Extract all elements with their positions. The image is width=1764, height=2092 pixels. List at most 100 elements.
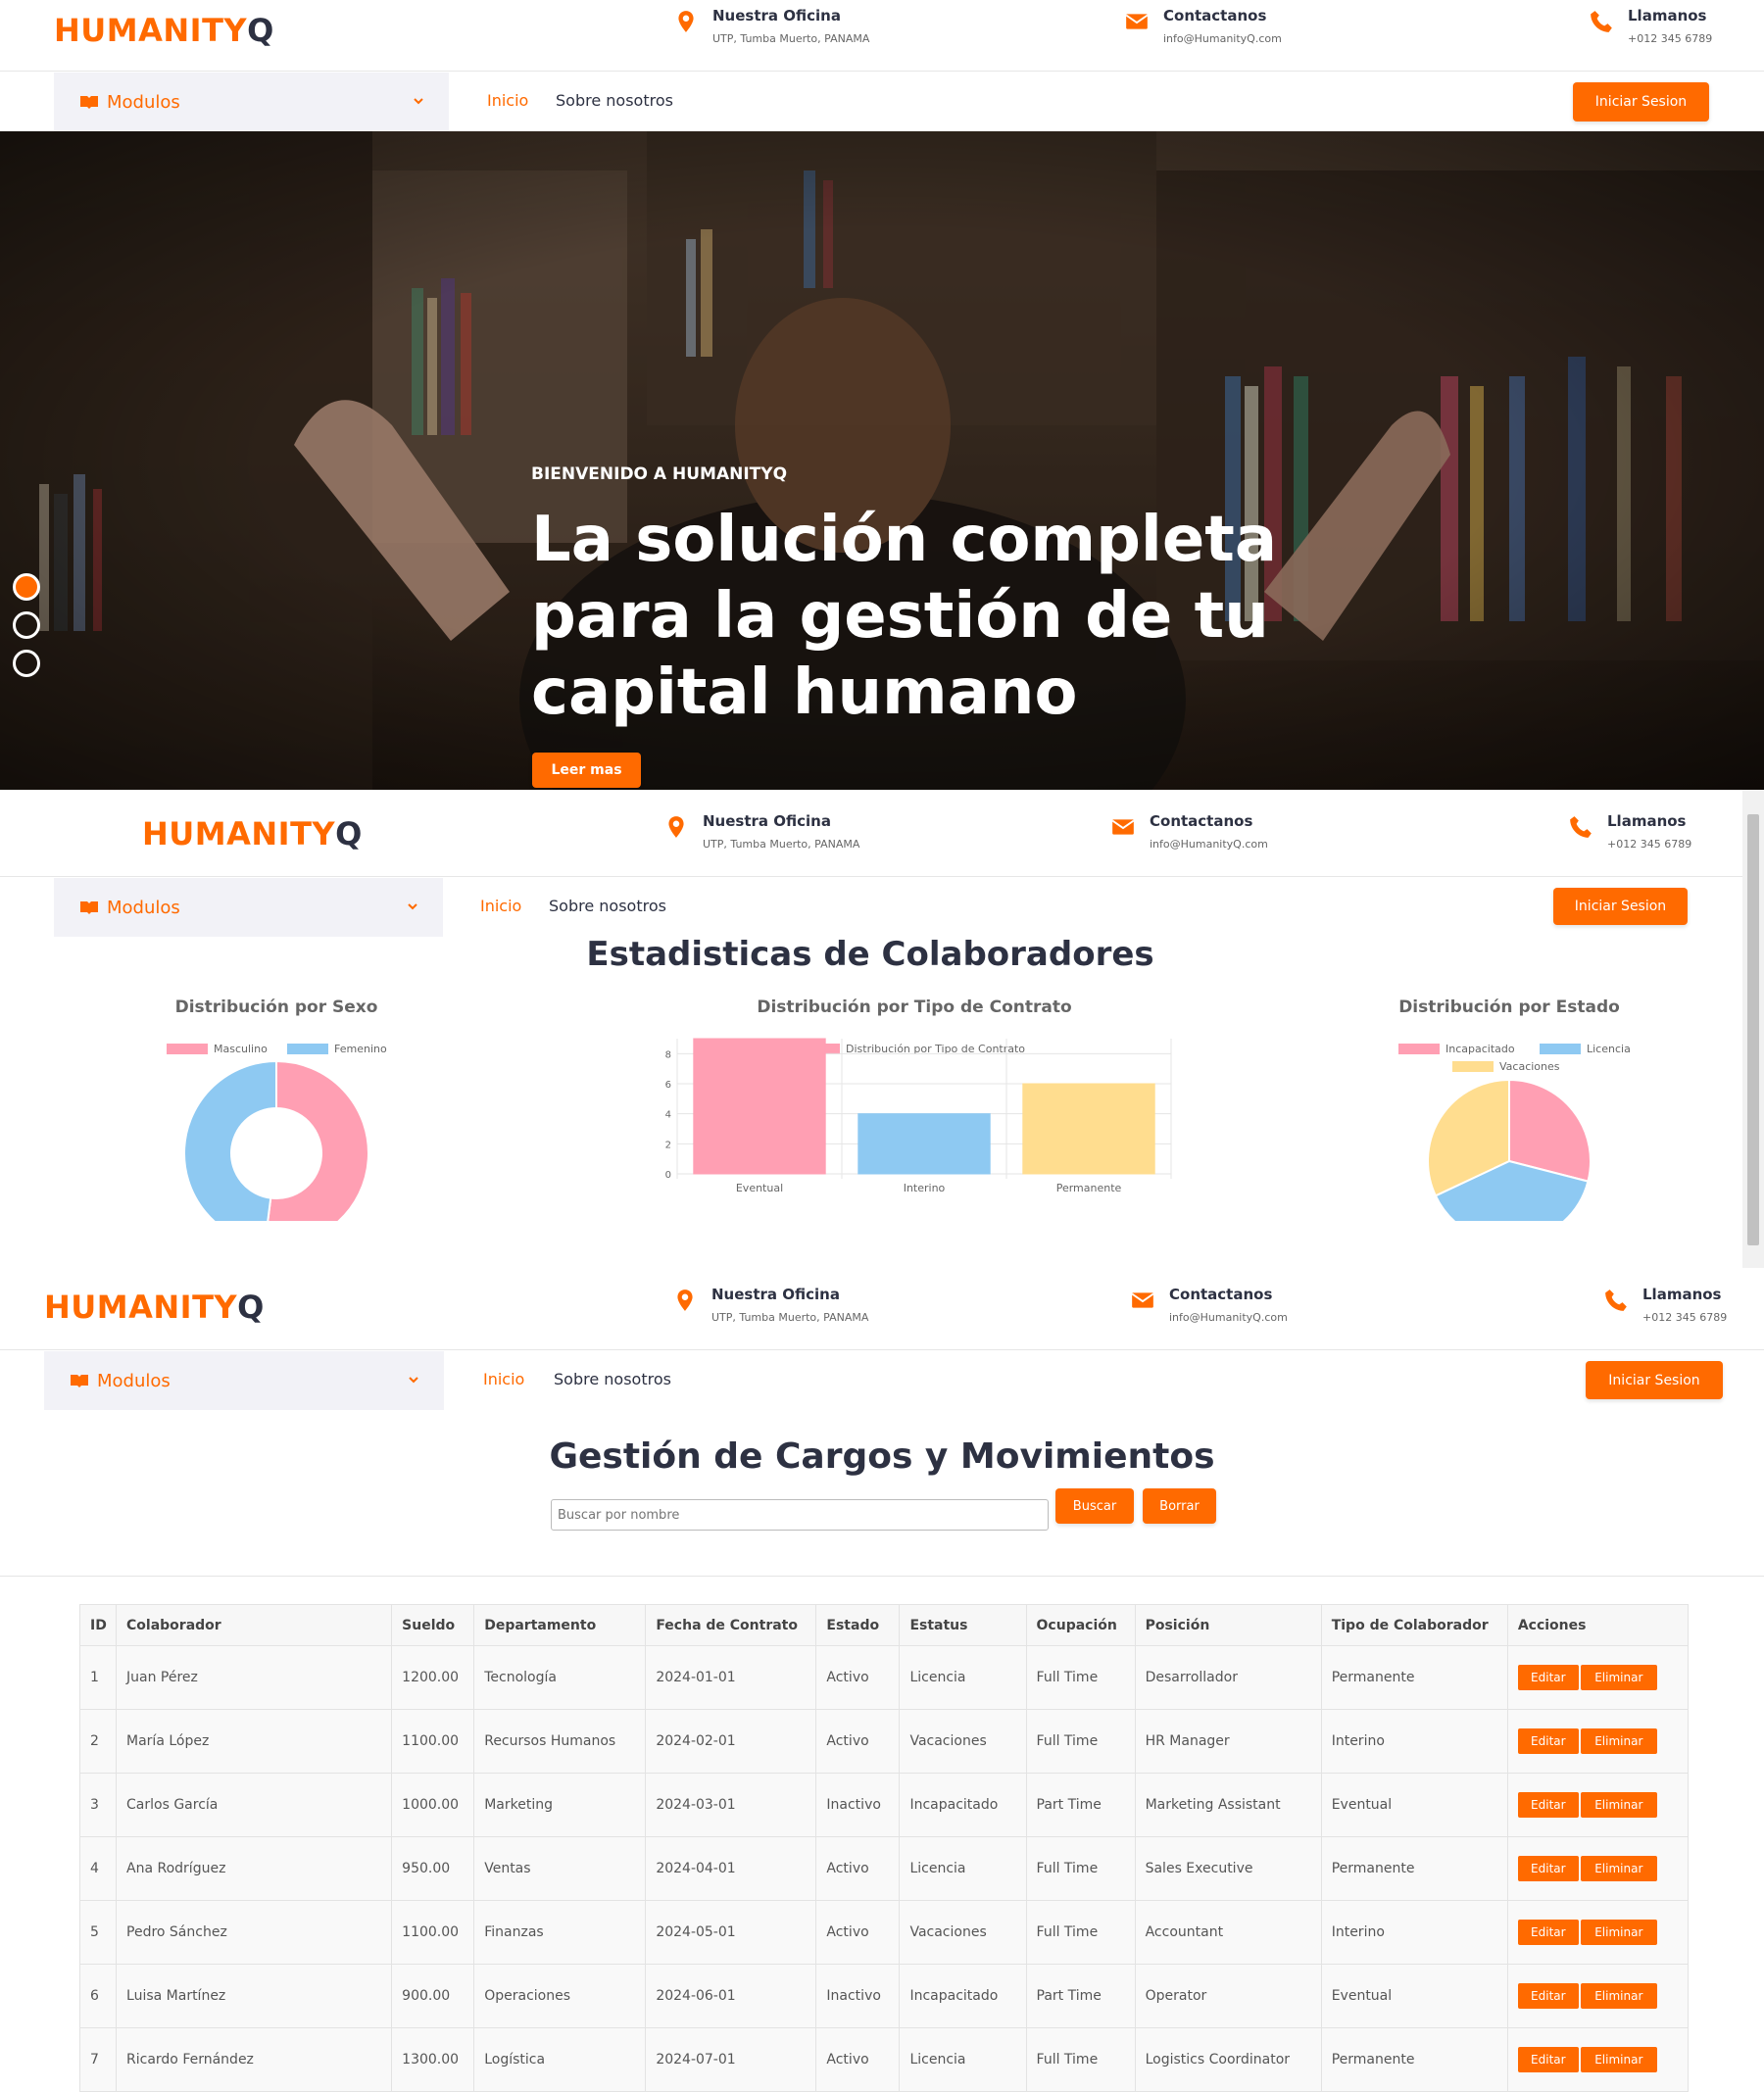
actions-cell: Editar Eliminar (1506, 1900, 1690, 1965)
table-row: 4 Ana Rodríguez 950.00 Ventas 2024-04-01 Acti… (78, 1836, 1690, 1901)
bar[interactable] (1022, 1083, 1155, 1175)
modulos-dropdown[interactable]: Modulos (54, 878, 443, 937)
book-icon (80, 901, 98, 914)
legend-swatch[interactable] (1398, 1044, 1440, 1054)
bar[interactable] (858, 1113, 991, 1175)
table-cell: Activo (815, 1900, 901, 1965)
email-info: Contactanos info@HumanityQ.com (1124, 7, 1282, 45)
delete-button[interactable]: Eliminar (1580, 2047, 1657, 2072)
envelope-icon (1111, 819, 1135, 835)
nav-inicio[interactable]: Inicio (483, 1370, 524, 1388)
legend-label[interactable]: Licencia (1587, 1043, 1631, 1055)
top-info-bar: HUMANITYQ Nuestra Oficina UTP, Tumba Muer… (0, 790, 1764, 877)
table-row: 5 Pedro Sánchez 1100.00 Finanzas 2024-05-01 A… (78, 1900, 1690, 1965)
delete-button[interactable]: Eliminar (1580, 1665, 1657, 1690)
table-cell: Licencia (899, 2027, 1027, 2092)
nav-sobre-nosotros[interactable]: Sobre nosotros (549, 897, 666, 915)
search-input[interactable] (551, 1499, 1049, 1531)
legend-label[interactable]: Incapacitado (1446, 1043, 1515, 1055)
phone-info: Llamanos +012 345 6789 (1603, 1286, 1727, 1324)
table-row: 2 María López 1100.00 Recursos Humanos 2024-… (78, 1709, 1690, 1774)
nav-inicio[interactable]: Inicio (487, 91, 528, 110)
phone-info: Llamanos +012 345 6789 (1568, 812, 1691, 851)
carousel-dot-3[interactable] (13, 650, 40, 677)
table-cell: 2024-07-01 (645, 2027, 817, 2092)
delete-button[interactable]: Eliminar (1580, 1983, 1657, 2009)
legend-swatch[interactable] (287, 1044, 328, 1054)
logo[interactable]: HUMANITYQ (44, 1289, 265, 1326)
login-button[interactable]: Iniciar Sesion (1573, 82, 1709, 122)
table-cell: Desarrollador (1134, 1645, 1322, 1710)
read-more-button[interactable]: Leer mas (532, 753, 641, 788)
chart-title-sexo: Distribución por Sexo (174, 997, 378, 1017)
edit-button[interactable]: Editar (1517, 1665, 1579, 1690)
delete-button[interactable]: Eliminar (1580, 1728, 1657, 1754)
delete-button[interactable]: Eliminar (1580, 1856, 1657, 1881)
nav-inicio[interactable]: Inicio (480, 897, 521, 915)
legend-label[interactable]: Vacaciones (1499, 1060, 1560, 1073)
delete-button[interactable]: Eliminar (1580, 1792, 1657, 1818)
table-cell: Ventas (473, 1836, 647, 1901)
search-button[interactable]: Buscar (1055, 1488, 1134, 1524)
phone-icon (1570, 816, 1592, 838)
pie-slice[interactable] (183, 1059, 277, 1221)
hero-headline: La solución completa para la gestión de … (531, 504, 1278, 729)
x-tick-label: Interino (904, 1182, 946, 1194)
x-tick-label: Eventual (736, 1182, 783, 1194)
edit-button[interactable]: Editar (1517, 1856, 1579, 1881)
modulos-dropdown[interactable]: Modulos (44, 1351, 444, 1410)
table-cell: Vacaciones (899, 1900, 1027, 1965)
edit-button[interactable]: Editar (1517, 1920, 1579, 1945)
table-cell: Incapacitado (899, 1964, 1027, 2028)
table-cell: Licencia (899, 1836, 1027, 1901)
chevron-down-icon (414, 98, 423, 105)
actions-cell: Editar Eliminar (1506, 1645, 1690, 1710)
login-button[interactable]: Iniciar Sesion (1553, 888, 1688, 925)
table-cell: Logística (473, 2027, 647, 2092)
table-cell: 950.00 (391, 1836, 475, 1901)
chart-title-estado: Distribución por Estado (1398, 997, 1620, 1017)
table-cell: Incapacitado (899, 1773, 1027, 1837)
table-cell: Interino (1320, 1709, 1508, 1774)
table-cell: Activo (815, 1709, 901, 1774)
legend-label[interactable]: Femenino (334, 1043, 387, 1055)
scrollbar[interactable] (1742, 790, 1764, 1268)
legend-swatch[interactable] (1452, 1061, 1494, 1072)
modulos-dropdown[interactable]: Modulos (54, 73, 449, 131)
delete-button[interactable]: Eliminar (1580, 1920, 1657, 1945)
edit-button[interactable]: Editar (1517, 1983, 1579, 2009)
pie-slice[interactable] (265, 1059, 369, 1221)
legend-swatch[interactable] (1540, 1044, 1581, 1054)
nav-sobre-nosotros[interactable]: Sobre nosotros (556, 91, 673, 110)
actions-cell: Editar Eliminar (1506, 1709, 1690, 1774)
actions-cell: Editar Eliminar (1506, 2027, 1690, 2092)
table-cell: Full Time (1025, 1709, 1136, 1774)
chart-title-contrato: Distribución por Tipo de Contrato (757, 997, 1072, 1017)
edit-button[interactable]: Editar (1517, 1728, 1579, 1754)
clear-button[interactable]: Borrar (1143, 1488, 1216, 1524)
table-cell: Licencia (899, 1645, 1027, 1710)
carousel-dot-2[interactable] (13, 611, 40, 639)
table-cell: Full Time (1025, 1836, 1136, 1901)
logo[interactable]: HUMANITYQ (54, 12, 274, 49)
main-nav: Modulos Inicio Sobre nosotros Iniciar Se… (0, 1351, 1764, 1410)
nav-sobre-nosotros[interactable]: Sobre nosotros (554, 1370, 671, 1388)
hero-carousel: BIENVENIDO A HUMANITYQ La solución compl… (0, 131, 1764, 790)
legend-swatch[interactable] (167, 1044, 208, 1054)
edit-button[interactable]: Editar (1517, 1792, 1579, 1818)
table-cell: Operator (1134, 1964, 1322, 2028)
modulos-label: Modulos (97, 1370, 171, 1391)
table-cell: 5 (78, 1900, 118, 1965)
y-tick-label: 6 (665, 1080, 671, 1091)
table-cell: Logistics Coordinator (1134, 2027, 1322, 2092)
table-cell: 2024-04-01 (645, 1836, 817, 1901)
edit-button[interactable]: Editar (1517, 2047, 1579, 2072)
login-button[interactable]: Iniciar Sesion (1586, 1361, 1723, 1399)
legend-label[interactable]: Masculino (214, 1043, 268, 1055)
table-cell: Sales Executive (1134, 1836, 1322, 1901)
scrollbar-thumb[interactable] (1747, 814, 1759, 1245)
x-tick-label: Permanente (1056, 1182, 1122, 1194)
bar[interactable] (693, 1038, 826, 1175)
logo[interactable]: HUMANITYQ (142, 815, 363, 852)
carousel-dot-1[interactable] (13, 573, 40, 601)
